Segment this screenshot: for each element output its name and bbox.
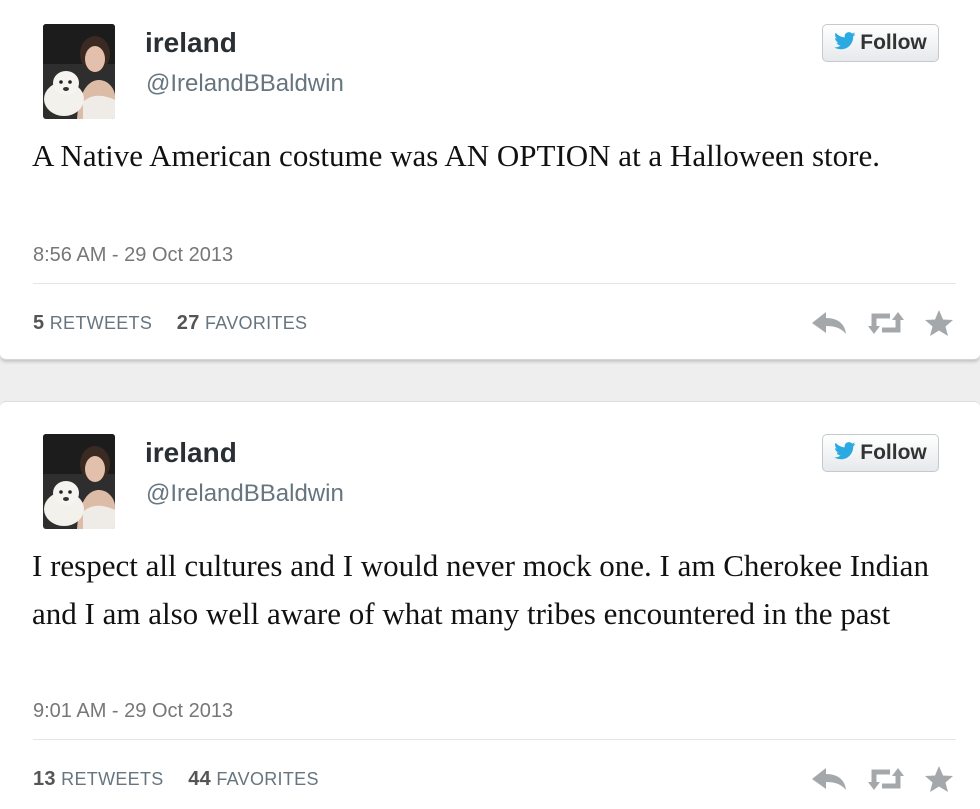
tweet-card: ireland @IrelandBBaldwin Follow I respec…	[0, 401, 980, 809]
tweet-stats: 5 RETWEETS 27 FAVORITES	[33, 312, 307, 335]
reply-icon[interactable]	[810, 766, 848, 792]
twitter-bird-icon	[834, 441, 856, 465]
retweets-label[interactable]: RETWEETS	[50, 313, 152, 333]
display-name[interactable]: ireland	[145, 437, 237, 469]
tweet-text: A Native American costume was AN OPTION …	[32, 138, 880, 173]
favorite-count[interactable]: 44	[188, 768, 211, 790]
reply-icon[interactable]	[810, 310, 848, 336]
twitter-bird-icon	[834, 31, 856, 55]
follow-button[interactable]: Follow	[822, 24, 939, 62]
display-name[interactable]: ireland	[145, 27, 237, 59]
follow-label: Follow	[860, 31, 927, 54]
avatar[interactable]	[43, 434, 115, 529]
user-handle[interactable]: @IrelandBBaldwin	[146, 70, 344, 98]
divider	[33, 739, 956, 740]
user-handle[interactable]: @IrelandBBaldwin	[146, 480, 344, 508]
avatar-photo	[43, 24, 115, 119]
follow-label: Follow	[860, 441, 927, 464]
favorite-count[interactable]: 27	[177, 312, 200, 334]
avatar[interactable]	[43, 24, 115, 119]
favorites-label[interactable]: FAVORITES	[205, 313, 307, 333]
avatar-photo	[43, 434, 115, 529]
retweet-icon[interactable]	[868, 766, 904, 792]
follow-button[interactable]: Follow	[822, 434, 939, 472]
tweet-actions	[810, 309, 954, 337]
retweet-count[interactable]: 5	[33, 312, 44, 334]
favorites-label[interactable]: FAVORITES	[216, 769, 318, 789]
tweet-timestamp[interactable]: 8:56 AM - 29 Oct 2013	[33, 244, 233, 267]
tweet-timestamp[interactable]: 9:01 AM - 29 Oct 2013	[33, 700, 233, 723]
divider	[33, 283, 956, 284]
favorite-star-icon[interactable]	[924, 309, 954, 337]
tweet-card: ireland @IrelandBBaldwin Follow A Native…	[0, 0, 980, 360]
tweet-actions	[810, 765, 954, 793]
tweet-stats: 13 RETWEETS 44 FAVORITES	[33, 768, 319, 791]
retweets-label[interactable]: RETWEETS	[61, 769, 163, 789]
retweet-icon[interactable]	[868, 310, 904, 336]
favorite-star-icon[interactable]	[924, 765, 954, 793]
tweet-text: I respect all cultures and I would never…	[32, 548, 929, 631]
retweet-count[interactable]: 13	[33, 768, 56, 790]
